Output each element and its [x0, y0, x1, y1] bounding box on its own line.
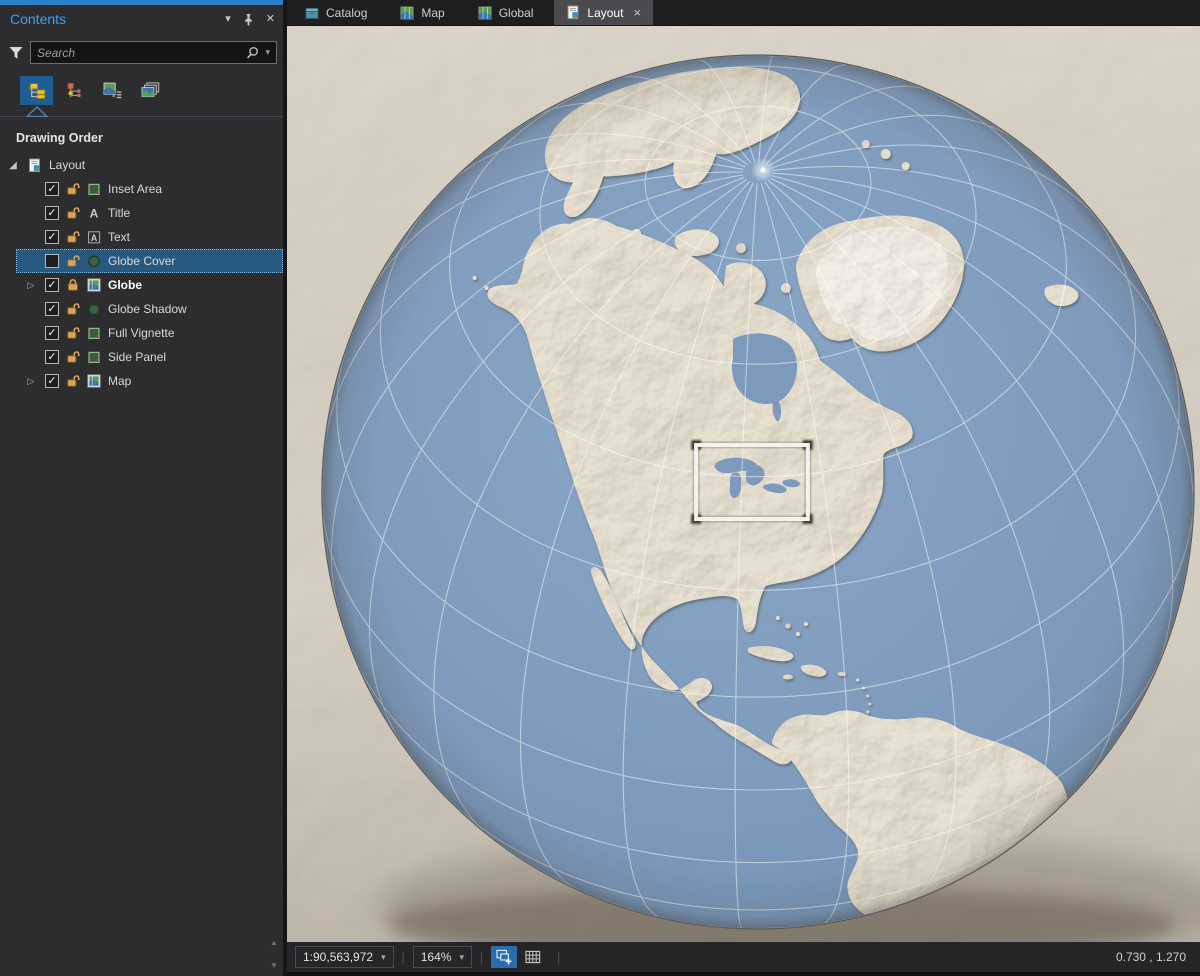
- layout-icon: [566, 5, 580, 20]
- panel-menu-chevron-icon[interactable]: ▾: [225, 13, 231, 25]
- map-series-icon: [103, 82, 122, 99]
- tab-close-icon[interactable]: ×: [633, 5, 641, 20]
- tree-row-title[interactable]: ✓ Title: [16, 201, 283, 225]
- scale-chevron-icon[interactable]: ▾: [381, 952, 386, 963]
- panel-close-icon[interactable]: ✕: [266, 13, 275, 25]
- add-layout-element-button[interactable]: [491, 946, 518, 968]
- tree-row-globe[interactable]: ▷ ✓ Globe: [16, 273, 283, 297]
- visibility-checkbox[interactable]: ✓: [45, 326, 59, 340]
- tab-layout[interactable]: Layout ×: [554, 0, 654, 25]
- toolbar-divider: [0, 105, 283, 117]
- active-tab-chevron-icon: [26, 106, 48, 117]
- lock-open-icon[interactable]: [66, 374, 80, 388]
- rectangle-symbol-icon: [87, 326, 101, 340]
- lock-open-icon[interactable]: [66, 206, 80, 220]
- page-stack-icon: [141, 82, 160, 99]
- contents-panel: Contents ▾ ✕ ▾: [0, 0, 283, 976]
- view-tab-bar: Catalog Map Global Layout ×: [287, 0, 1200, 26]
- visibility-checkbox[interactable]: ✓: [45, 206, 59, 220]
- circle-symbol-icon: [87, 302, 101, 316]
- drawing-order-heading: Drawing Order: [16, 131, 103, 145]
- map-icon: [400, 6, 414, 20]
- tab-catalog[interactable]: Catalog: [293, 0, 379, 25]
- expander-expanded-icon[interactable]: ◢: [6, 160, 20, 171]
- boxed-text-symbol-icon: [87, 230, 101, 244]
- lock-open-icon[interactable]: [66, 350, 80, 364]
- circle-symbol-icon: [87, 254, 101, 268]
- grid-icon: [525, 950, 541, 964]
- layers-tree: ◢ Layout ✓ Inset Area ✓ Title ✓ Text Glo…: [0, 153, 283, 393]
- map-frame-icon: [87, 374, 101, 388]
- layout-scene: [287, 26, 1200, 942]
- search-row: ▾: [0, 33, 283, 70]
- visibility-checkbox[interactable]: ✓: [45, 350, 59, 364]
- rectangle-symbol-icon: [87, 350, 101, 364]
- layout-view: Catalog Map Global Layout × 1:90,563,972…: [287, 0, 1200, 976]
- visibility-checkbox[interactable]: ✓: [45, 230, 59, 244]
- lock-open-icon[interactable]: [66, 230, 80, 244]
- visibility-checkbox[interactable]: ✓: [45, 278, 59, 292]
- map-frame-icon: [87, 278, 101, 292]
- search-options-chevron-icon[interactable]: ▾: [265, 47, 270, 58]
- tree-row-layout-root[interactable]: ◢ Layout: [0, 153, 283, 177]
- expander-collapsed-icon[interactable]: ▷: [24, 376, 38, 387]
- catalog-icon: [305, 6, 319, 20]
- zoom-chevron-icon[interactable]: ▾: [459, 952, 464, 963]
- list-by-element-type-button[interactable]: [58, 76, 91, 105]
- contents-toolbar: [0, 70, 283, 105]
- panel-scrollbar[interactable]: ▲ ▼: [268, 938, 280, 970]
- drawing-order-icon: [27, 82, 46, 99]
- element-type-icon: [66, 82, 83, 99]
- list-by-page-button[interactable]: [134, 76, 167, 105]
- map-icon: [478, 6, 492, 20]
- scroll-down-icon[interactable]: ▼: [270, 961, 278, 970]
- visibility-checkbox[interactable]: ✓: [45, 374, 59, 388]
- tree-row-inset-area[interactable]: ✓ Inset Area: [16, 177, 283, 201]
- page-add-icon: [496, 949, 512, 965]
- list-map-series-button[interactable]: [96, 76, 129, 105]
- search-input[interactable]: [37, 45, 242, 60]
- tree-row-globe-cover[interactable]: ✓ Globe Cover: [16, 249, 283, 273]
- tree-row-full-vignette[interactable]: ✓ Full Vignette: [16, 321, 283, 345]
- scroll-up-icon[interactable]: ▲: [270, 938, 278, 947]
- window-bottom-edge: [287, 972, 1200, 976]
- scale-combo[interactable]: 1:90,563,972 ▾: [295, 946, 394, 968]
- search-box: ▾: [30, 41, 277, 64]
- filter-funnel-icon[interactable]: [8, 45, 24, 61]
- contents-panel-header: Contents ▾ ✕: [0, 5, 283, 33]
- arcgis-pro-window: Contents ▾ ✕ ▾: [0, 0, 1200, 976]
- lock-open-icon[interactable]: [66, 326, 80, 340]
- pin-icon[interactable]: [243, 13, 254, 26]
- visibility-checkbox[interactable]: ✓: [45, 302, 59, 316]
- lock-open-icon[interactable]: [66, 254, 80, 268]
- tree-row-text[interactable]: ✓ Text: [16, 225, 283, 249]
- snapping-grid-button[interactable]: [520, 946, 546, 968]
- zoom-combo[interactable]: 164% ▾: [412, 946, 472, 968]
- visibility-checkbox-unchecked[interactable]: ✓: [45, 254, 59, 268]
- visibility-checkbox[interactable]: ✓: [45, 182, 59, 196]
- rectangle-symbol-icon: [87, 182, 101, 196]
- tab-map[interactable]: Map: [388, 0, 456, 25]
- expander-collapsed-icon[interactable]: ▷: [24, 280, 38, 291]
- layout-canvas[interactable]: [287, 26, 1200, 942]
- tree-row-map[interactable]: ▷ ✓ Map: [16, 369, 283, 393]
- lock-open-icon[interactable]: [66, 302, 80, 316]
- tree-row-globe-shadow[interactable]: ✓ Globe Shadow: [16, 297, 283, 321]
- tab-global[interactable]: Global: [466, 0, 546, 25]
- lock-closed-icon[interactable]: [66, 278, 80, 292]
- text-symbol-icon: [87, 206, 101, 220]
- tree-row-side-panel[interactable]: ✓ Side Panel: [16, 345, 283, 369]
- lock-open-icon[interactable]: [66, 182, 80, 196]
- layout-page-icon: [27, 158, 42, 173]
- panel-title: Contents: [10, 11, 67, 27]
- search-icon[interactable]: [246, 46, 260, 60]
- cursor-coordinates: 0.730 , 1.270: [1115, 950, 1186, 964]
- list-by-drawing-order-button[interactable]: [20, 76, 53, 105]
- layout-status-bar: 1:90,563,972 ▾ | 164% ▾ | | 0.730 , 1.27…: [287, 942, 1200, 972]
